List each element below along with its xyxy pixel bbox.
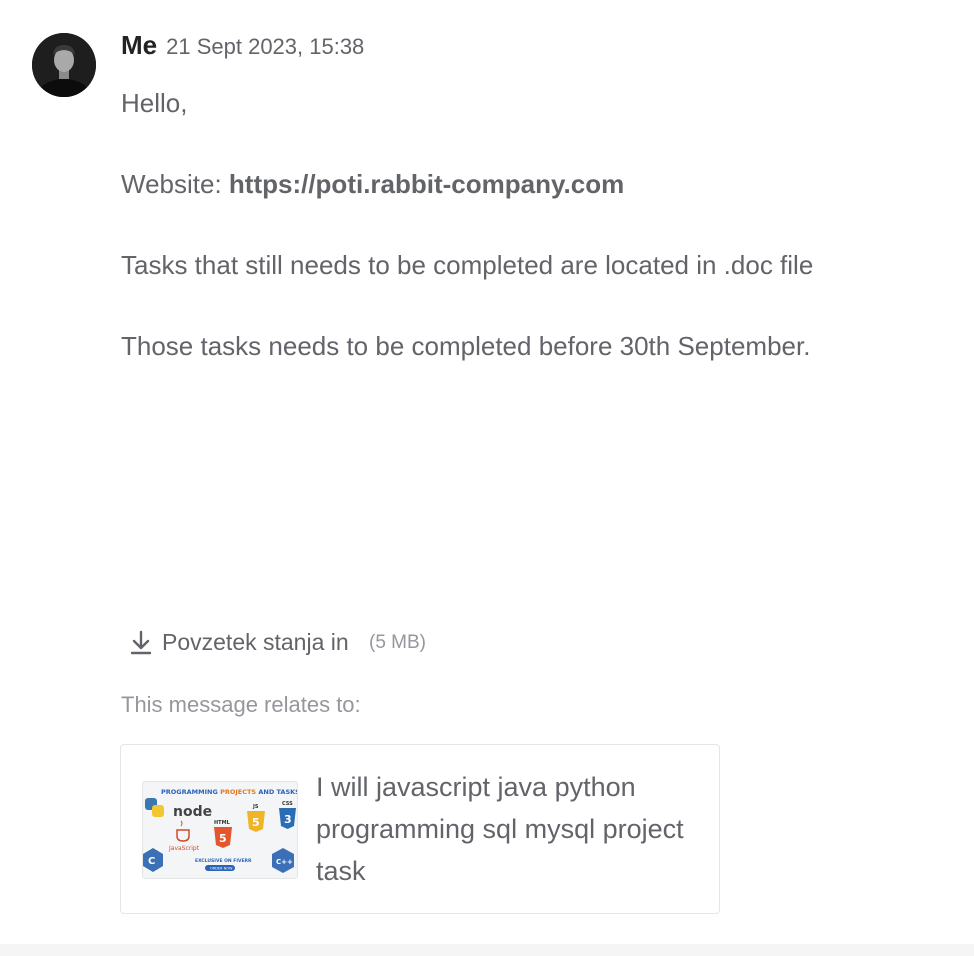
avatar-photo (32, 33, 96, 97)
website-line: Website: https://poti.rabbit-company.com (121, 164, 813, 204)
website-link[interactable]: https://poti.rabbit-company.com (229, 169, 624, 199)
related-gig-card[interactable]: PROGRAMMING PROJECTS AND TASKS node Java… (120, 744, 720, 914)
greeting-line: Hello, (121, 88, 188, 118)
css-label: CSS (282, 801, 293, 807)
attachment-size: (5 MB) (369, 631, 426, 653)
message-header: Me 21 Sept 2023, 15:38 (121, 30, 364, 61)
js-label: JS (252, 804, 259, 810)
css-number: 3 (284, 813, 292, 826)
avatar[interactable] (32, 33, 96, 97)
website-label: Website: (121, 169, 229, 199)
order-label: ORDER NOW (210, 867, 233, 871)
html-label: HTML (214, 820, 231, 826)
relates-label: This message relates to: (121, 692, 361, 717)
c-label: C (148, 856, 155, 867)
javascript-label: JavaScript (168, 845, 200, 852)
message-item: Me 21 Sept 2023, 15:38 Hello, Website: h… (0, 0, 974, 956)
gig-title[interactable]: I will javascript java python programmin… (316, 766, 706, 892)
divider (0, 944, 974, 956)
js-number: 5 (252, 816, 260, 829)
tasks-line: Tasks that still needs to be completed a… (121, 250, 814, 280)
thumb-heading-3: AND TASKS (258, 788, 297, 796)
attachment-name[interactable]: Povzetek stanja in (162, 629, 361, 656)
node-logo-icon: node (173, 804, 212, 820)
sender-name[interactable]: Me (121, 30, 157, 61)
gig-thumbnail[interactable]: PROGRAMMING PROJECTS AND TASKS node Java… (142, 781, 298, 879)
svg-text:PROGRAMMING PROJECTS AND TASKS: PROGRAMMING PROJECTS AND TASKS (161, 788, 297, 796)
thumb-heading-1: PROGRAMMING (161, 788, 218, 796)
message-body: Hello, Website: https://poti.rabbit-comp… (121, 83, 813, 407)
cpp-label: C++ (276, 858, 293, 866)
attachment-download[interactable]: Povzetek stanja in (5 MB) (130, 629, 426, 656)
exclusive-label: EXCLUSIVE ON FIVERR (195, 858, 252, 864)
thumb-heading-2: PROJECTS (220, 788, 256, 796)
message-timestamp: 21 Sept 2023, 15:38 (166, 34, 365, 59)
html5-number: 5 (219, 832, 227, 845)
download-icon (130, 630, 152, 654)
deadline-line: Those tasks needs to be completed before… (121, 331, 811, 361)
gig-thumbnail-image: PROGRAMMING PROJECTS AND TASKS node Java… (143, 782, 297, 878)
